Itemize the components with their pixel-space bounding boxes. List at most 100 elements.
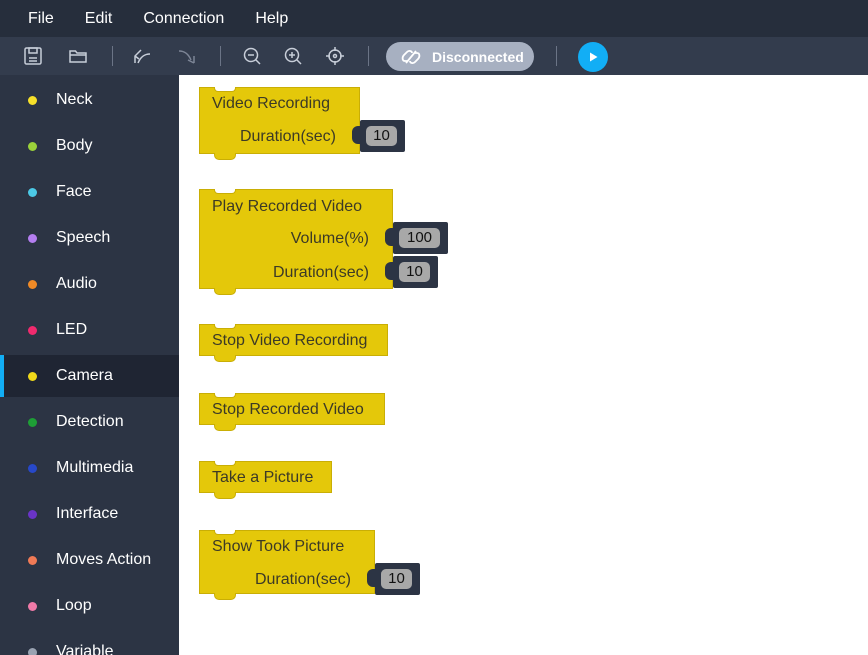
- block-param-label: Volume(%): [290, 230, 369, 247]
- block-title: Play Recorded Video: [212, 198, 363, 215]
- block-param-label: Duration(sec): [239, 128, 336, 145]
- block-video-recording[interactable]: Video Recording Duration(sec): [199, 87, 360, 160]
- input-socket: 100: [385, 222, 448, 254]
- category-audio[interactable]: Audio: [0, 263, 179, 305]
- category-multimedia[interactable]: Multimedia: [0, 447, 179, 489]
- toolbar: Disconnected: [0, 37, 868, 75]
- block-workspace: Video Recording Duration(sec) 10 Play Re…: [179, 75, 868, 655]
- category-color-dot: [28, 417, 37, 427]
- category-label: Audio: [56, 275, 97, 292]
- category-label: Loop: [56, 597, 92, 614]
- block-notch: [214, 189, 236, 194]
- category-color-dot: [28, 463, 37, 473]
- category-color-dot: [28, 279, 37, 289]
- category-color-dot: [28, 601, 37, 611]
- category-label: Face: [56, 183, 92, 200]
- category-color-dot: [28, 95, 37, 105]
- category-interface[interactable]: Interface: [0, 493, 179, 535]
- category-color-dot: [28, 325, 37, 335]
- duration-input[interactable]: 10: [399, 262, 430, 282]
- category-label: Speech: [56, 229, 111, 246]
- block-show-took-picture[interactable]: Show Took Picture Duration(sec): [199, 530, 375, 600]
- block-title: Show Took Picture: [212, 538, 345, 555]
- toolbar-divider: [556, 46, 557, 66]
- play-button[interactable]: [578, 42, 608, 72]
- block-play-recorded-video[interactable]: Play Recorded Video Volume(%) Duration(s…: [199, 189, 393, 295]
- category-neck[interactable]: Neck: [0, 79, 179, 121]
- category-color-dot: [28, 371, 37, 381]
- menu-connection[interactable]: Connection: [143, 10, 224, 28]
- menu-bar: File Edit Connection Help: [0, 0, 868, 37]
- category-color-dot: [28, 187, 37, 197]
- category-label: LED: [56, 321, 88, 338]
- socket-tab: [367, 569, 378, 587]
- block-param-label: Duration(sec): [254, 571, 351, 588]
- block-notch: [214, 355, 236, 362]
- folder-icon[interactable]: [66, 44, 90, 68]
- category-variable[interactable]: Variable: [0, 631, 179, 655]
- play-icon: [587, 51, 599, 63]
- category-led[interactable]: LED: [0, 309, 179, 351]
- duration-input[interactable]: 10: [366, 126, 397, 146]
- category-label: Detection: [56, 413, 124, 430]
- block-notch: [214, 492, 236, 499]
- block-notch: [214, 153, 236, 160]
- block-title: Take a Picture: [212, 469, 314, 486]
- duration-input[interactable]: 10: [381, 569, 412, 589]
- category-color-dot: [28, 233, 37, 243]
- category-label: Camera: [56, 367, 113, 384]
- socket-tab: [385, 228, 396, 246]
- socket-tab: [385, 262, 396, 280]
- category-sidebar: Neck Body Face Speech Audio LED Camera D…: [0, 75, 179, 655]
- category-moves-action[interactable]: Moves Action: [0, 539, 179, 581]
- block-notch: [214, 461, 236, 466]
- category-loop[interactable]: Loop: [0, 585, 179, 627]
- category-color-dot: [28, 141, 37, 151]
- connection-status-label: Disconnected: [432, 48, 524, 65]
- category-color-dot: [28, 647, 37, 655]
- category-detection[interactable]: Detection: [0, 401, 179, 443]
- toolbar-divider: [220, 46, 221, 66]
- undo-icon[interactable]: [130, 44, 154, 68]
- block-stop-recorded-video[interactable]: Stop Recorded Video: [199, 393, 385, 431]
- menu-file[interactable]: File: [28, 10, 54, 28]
- toolbar-divider: [368, 46, 369, 66]
- socket-tab: [352, 126, 363, 144]
- input-socket: 10: [367, 563, 420, 595]
- block-take-a-picture[interactable]: Take a Picture: [199, 461, 332, 499]
- block-notch: [214, 324, 236, 329]
- input-socket: 10: [352, 120, 405, 152]
- category-label: Body: [56, 137, 93, 154]
- category-label: Interface: [56, 505, 119, 522]
- category-camera[interactable]: Camera: [0, 355, 179, 397]
- menu-edit[interactable]: Edit: [85, 10, 113, 28]
- category-body[interactable]: Body: [0, 125, 179, 167]
- block-param-label: Duration(sec): [272, 264, 369, 281]
- category-color-dot: [28, 555, 37, 565]
- block-notch: [214, 424, 236, 431]
- category-color-dot: [28, 509, 37, 519]
- category-label: Neck: [56, 91, 93, 108]
- recenter-icon[interactable]: [323, 44, 347, 68]
- category-speech[interactable]: Speech: [0, 217, 179, 259]
- menu-help[interactable]: Help: [255, 10, 288, 28]
- zoom-in-icon[interactable]: [281, 44, 305, 68]
- save-icon[interactable]: [21, 44, 45, 68]
- connection-status-button[interactable]: Disconnected: [386, 42, 534, 71]
- input-socket: 10: [385, 256, 438, 288]
- block-title: Video Recording: [212, 95, 331, 112]
- block-title: Stop Video Recording: [212, 332, 368, 349]
- block-notch: [214, 87, 236, 92]
- block-notch: [214, 530, 236, 535]
- category-face[interactable]: Face: [0, 171, 179, 213]
- zoom-out-icon[interactable]: [240, 44, 264, 68]
- redo-icon[interactable]: [175, 44, 199, 68]
- block-notch: [214, 593, 236, 600]
- category-label: Multimedia: [56, 459, 134, 476]
- block-stop-video-recording[interactable]: Stop Video Recording: [199, 324, 388, 362]
- category-label: Moves Action: [56, 551, 152, 568]
- volume-input[interactable]: 100: [399, 228, 440, 248]
- category-label: Variable: [56, 643, 114, 655]
- block-notch: [214, 393, 236, 398]
- toolbar-divider: [112, 46, 113, 66]
